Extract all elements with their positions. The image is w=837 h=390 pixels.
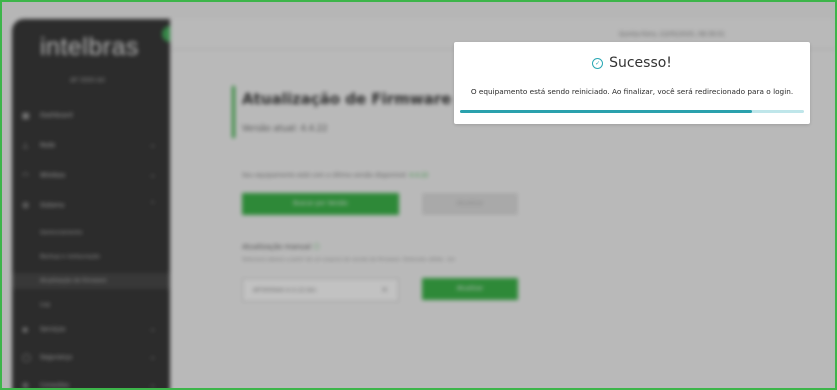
modal-message: O equipamento está sendo reiniciado. Ao … [470, 87, 794, 96]
check-circle-icon: ✓ [592, 58, 604, 69]
modal-header: ✓ Sucesso! [454, 55, 810, 71]
reboot-progress-bar [460, 110, 804, 113]
screenshot-frame: intelbras AP 3000 AX ▦ Dashboard ⊥ Rede … [0, 0, 837, 390]
success-modal: ✓ Sucesso! O equipamento está sendo reini… [454, 42, 810, 124]
modal-title: Sucesso! [609, 55, 672, 71]
reboot-progress-fill [460, 110, 753, 113]
